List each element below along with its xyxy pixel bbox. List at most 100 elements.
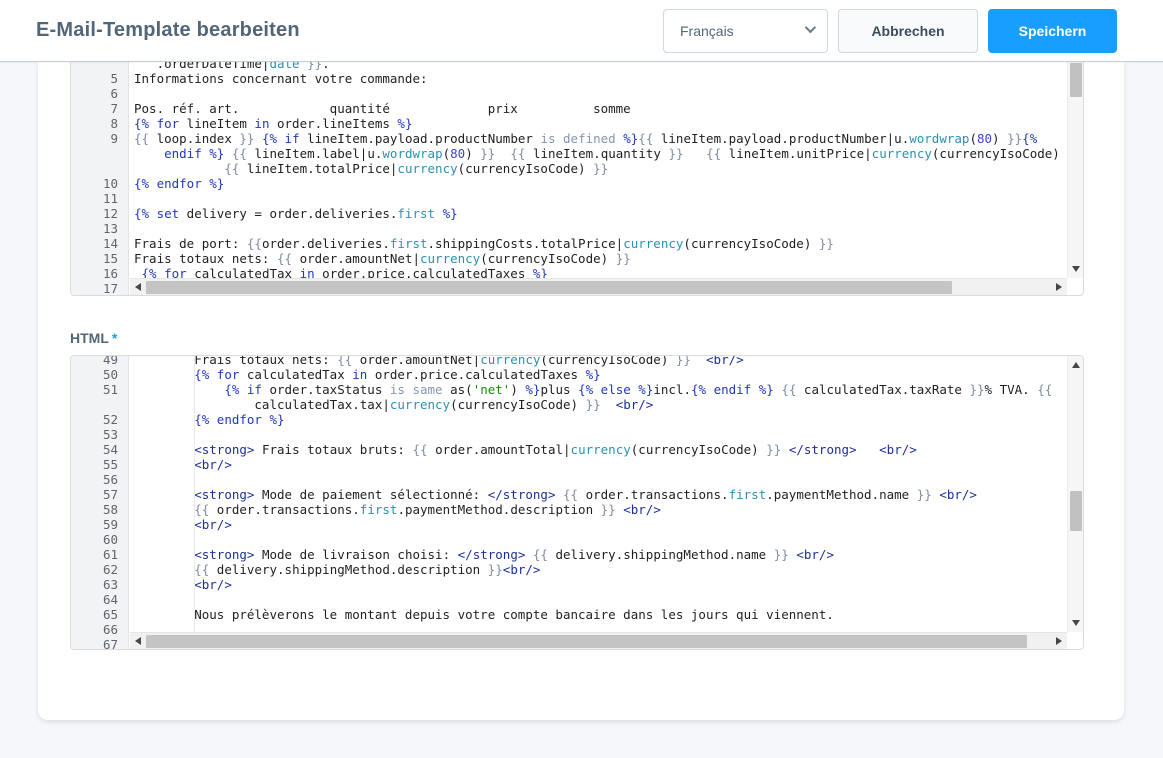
line-number: 6 <box>71 86 118 101</box>
mail-template-card: 567891011121314151617 .orderDateTime|dat… <box>38 62 1124 720</box>
code-line: {% endfor %} <box>134 176 1067 191</box>
page-title: E-Mail-Template bearbeiten <box>36 19 300 42</box>
line-number <box>71 161 118 176</box>
plaintext-editor-vertical-scrollbar[interactable] <box>1067 62 1083 278</box>
code-line: {{ lineItem.totalPrice|currency(currency… <box>134 161 1067 176</box>
line-number: 61 <box>71 547 118 562</box>
code-line: Pos. réf. art. quantité prix somme <box>134 101 1067 116</box>
language-select-value: Français <box>680 23 734 39</box>
line-number: 62 <box>71 562 118 577</box>
plaintext-code-editor[interactable]: 567891011121314151617 .orderDateTime|dat… <box>70 62 1084 296</box>
scroll-up-arrow-icon[interactable] <box>1072 362 1080 368</box>
save-button[interactable]: Speichern <box>988 9 1117 53</box>
line-number: 54 <box>71 442 118 457</box>
code-line: Frais de port: {{order.deliveries.first.… <box>134 236 1067 251</box>
line-number: 11 <box>71 191 118 206</box>
chevron-down-icon <box>805 22 816 33</box>
plaintext-editor-horizontal-scrollbar[interactable] <box>130 278 1067 295</box>
code-line <box>134 221 1067 236</box>
code-line: .orderDateTime|date }}. <box>134 62 1067 71</box>
code-line <box>134 472 1067 487</box>
code-line: {% for calculatedTax in order.price.calc… <box>134 367 1067 382</box>
html-code-editor[interactable]: 495051 52535455565758596061626364656667 F… <box>70 355 1084 650</box>
line-number: 56 <box>71 472 118 487</box>
line-number: 7 <box>71 101 118 116</box>
code-line: <strong> Mode de paiement sélectionné: <… <box>134 487 1067 502</box>
scroll-down-arrow-icon[interactable] <box>1072 266 1080 272</box>
code-line: {% set delivery = order.deliveries.first… <box>134 206 1067 221</box>
line-number: 65 <box>71 607 118 622</box>
line-number: 50 <box>71 367 118 382</box>
plaintext-editor-gutter: 567891011121314151617 <box>71 62 129 295</box>
code-line <box>134 427 1067 442</box>
scroll-left-arrow-icon[interactable] <box>135 283 141 291</box>
line-number: 51 <box>71 382 118 397</box>
line-number: 17 <box>71 281 118 295</box>
code-line: {% if order.taxStatus is same as('net') … <box>134 382 1067 397</box>
line-number: 9 <box>71 131 118 146</box>
code-line: {{ loop.index }} {% if lineItem.payload.… <box>134 131 1067 146</box>
code-line: <br/> <box>134 517 1067 532</box>
code-line: Informations concernant votre commande: <box>134 71 1067 86</box>
line-number: 53 <box>71 427 118 442</box>
code-line: Frais totaux nets: {{ order.amountNet|cu… <box>134 251 1067 266</box>
smart-bar: E-Mail-Template bearbeiten Français Abbr… <box>0 0 1163 62</box>
line-number: 13 <box>71 221 118 236</box>
html-field-label-text: HTML <box>70 330 109 346</box>
language-select[interactable]: Français <box>663 9 828 53</box>
smart-bar-actions: Français Abbrechen Speichern <box>663 9 1117 53</box>
line-number: 67 <box>71 637 118 649</box>
scroll-down-arrow-icon[interactable] <box>1072 620 1080 626</box>
line-number: 58 <box>71 502 118 517</box>
line-number: 57 <box>71 487 118 502</box>
code-line <box>134 532 1067 547</box>
line-number: 66 <box>71 622 118 637</box>
html-editor-vertical-scrollbar[interactable] <box>1067 356 1083 632</box>
line-number: 60 <box>71 532 118 547</box>
vertical-scroll-thumb[interactable] <box>1070 63 1082 97</box>
line-number: 63 <box>71 577 118 592</box>
line-number <box>71 397 118 412</box>
scroll-right-arrow-icon[interactable] <box>1056 283 1062 291</box>
line-number <box>71 146 118 161</box>
line-number: 16 <box>71 266 118 281</box>
scroll-left-arrow-icon[interactable] <box>135 637 141 645</box>
code-line: {% for lineItem in order.lineItems %} <box>134 116 1067 131</box>
code-line <box>134 86 1067 101</box>
required-marker: * <box>112 330 117 346</box>
cancel-button[interactable]: Abbrechen <box>838 9 978 53</box>
horizontal-scroll-thumb[interactable] <box>146 635 1027 648</box>
line-number: 12 <box>71 206 118 221</box>
code-line <box>134 592 1067 607</box>
code-line: Frais totaux nets: {{ order.amountNet|cu… <box>134 356 1067 367</box>
html-editor-gutter: 495051 52535455565758596061626364656667 <box>71 356 129 649</box>
line-number: 55 <box>71 457 118 472</box>
line-number: 8 <box>71 116 118 131</box>
scroll-right-arrow-icon[interactable] <box>1056 637 1062 645</box>
line-number: 64 <box>71 592 118 607</box>
code-line: calculatedTax.tax|currency(currencyIsoCo… <box>134 397 1067 412</box>
html-editor-horizontal-scrollbar[interactable] <box>130 632 1067 649</box>
code-line: {{ delivery.shippingMethod.description }… <box>134 562 1067 577</box>
line-number <box>71 62 118 71</box>
vertical-scroll-thumb[interactable] <box>1070 491 1082 531</box>
line-number: 5 <box>71 71 118 86</box>
line-number: 10 <box>71 176 118 191</box>
code-line: <br/> <box>134 577 1067 592</box>
html-field-label: HTML* <box>70 330 117 346</box>
code-line: endif %} {{ lineItem.label|u.wordwrap(80… <box>134 146 1067 161</box>
code-line: {{ order.transactions.first.paymentMetho… <box>134 502 1067 517</box>
code-line: <br/> <box>134 457 1067 472</box>
indent-guide <box>194 356 195 632</box>
code-line <box>134 191 1067 206</box>
line-number: 52 <box>71 412 118 427</box>
plaintext-editor-content[interactable]: .orderDateTime|date }}.Informations conc… <box>129 62 1067 295</box>
line-number: 49 <box>71 356 118 367</box>
code-line: {% endfor %} <box>134 412 1067 427</box>
horizontal-scroll-thumb[interactable] <box>146 281 952 294</box>
html-editor-content[interactable]: Frais totaux nets: {{ order.amountNet|cu… <box>129 356 1067 649</box>
line-number: 59 <box>71 517 118 532</box>
line-number: 14 <box>71 236 118 251</box>
code-line: Nous prélèverons le montant depuis votre… <box>134 607 1067 622</box>
code-line: <strong> Frais totaux bruts: {{ order.am… <box>134 442 1067 457</box>
